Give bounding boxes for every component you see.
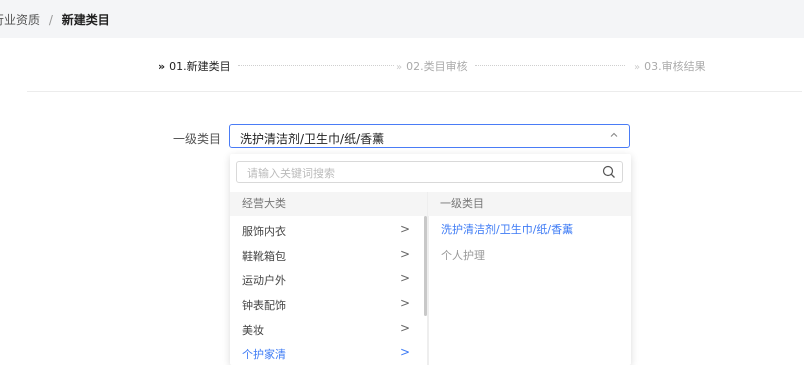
step-connector-2: [475, 65, 625, 66]
step-3-arrow-icon: »: [634, 62, 641, 73]
dropdown-search: [236, 161, 623, 183]
list-item-label: 钟表配饰: [242, 299, 286, 312]
primary-category-list: 洗护清洁剂/卫生巾/纸/香薰 个人护理: [428, 216, 631, 365]
breadcrumb-parent[interactable]: 行业资质: [0, 13, 40, 27]
step-connector-1: [238, 65, 394, 66]
category-item-sports[interactable]: 运动户外 >: [230, 267, 420, 292]
chevron-right-icon: >: [399, 345, 410, 359]
chevron-right-icon: >: [399, 222, 410, 236]
step-2-arrow-icon: »: [396, 62, 403, 73]
list-item-label: 个护家清: [242, 348, 286, 361]
step-progress: » 01.新建类目 » 02.类目审核 » 03.审核结果: [0, 52, 804, 76]
chevron-right-icon: >: [399, 271, 410, 285]
category-item-watches[interactable]: 钟表配饰 >: [230, 292, 420, 317]
right-column-header: 一级类目: [428, 192, 631, 216]
list-item-label: 美妆: [242, 324, 264, 337]
category-item-beauty[interactable]: 美妆 >: [230, 317, 420, 342]
category-dropdown: 经营大类 一级类目 服饰内衣 > 鞋靴箱包 > 运动户外 > 钟表配饰 > 美妆…: [230, 154, 631, 365]
list-item-label: 鞋靴箱包: [242, 250, 286, 263]
chevron-right-icon: >: [399, 321, 410, 335]
breadcrumb-separator: /: [48, 13, 53, 27]
step-2-label: 02.类目审核: [406, 60, 468, 73]
chevron-right-icon: >: [399, 247, 410, 261]
left-column-header: 经营大类: [230, 192, 427, 216]
list-item-label: 服饰内衣: [242, 225, 286, 238]
category-select-value: 洗护清洁剂/卫生巾/纸/香薰: [240, 132, 385, 146]
step-1-label: 01.新建类目: [169, 60, 231, 73]
step-1: » 01.新建类目: [158, 58, 231, 74]
list-item-label: 运动户外: [242, 274, 286, 287]
primary-item-cleaning[interactable]: 洗护清洁剂/卫生巾/纸/香薰: [441, 221, 573, 237]
category-label: 一级类目: [173, 132, 222, 146]
primary-item-personal[interactable]: 个人护理: [441, 247, 485, 263]
category-item-shoes-bags[interactable]: 鞋靴箱包 >: [230, 243, 420, 268]
breadcrumb: 行业资质 / 新建类目: [0, 11, 110, 28]
search-icon[interactable]: [602, 165, 616, 179]
category-item-apparel[interactable]: 服饰内衣 >: [230, 218, 420, 243]
step-2: » 02.类目审核: [396, 58, 468, 74]
list-scrollbar[interactable]: [424, 216, 427, 316]
chevron-right-icon: >: [399, 296, 410, 310]
breadcrumb-current: 新建类目: [61, 13, 110, 27]
chevron-up-icon: [609, 130, 619, 143]
step-3: » 03.审核结果: [634, 58, 706, 74]
search-input[interactable]: [245, 164, 589, 182]
top-bar: 行业资质 / 新建类目: [0, 0, 804, 38]
category-item-personal-care[interactable]: 个护家清 >: [230, 341, 420, 365]
step-1-arrow-icon: »: [158, 60, 166, 73]
business-category-list: 服饰内衣 > 鞋靴箱包 > 运动户外 > 钟表配饰 > 美妆 > 个护家清 >: [230, 216, 427, 365]
section-divider: [27, 91, 802, 92]
category-select[interactable]: 洗护清洁剂/卫生巾/纸/香薰: [229, 124, 630, 148]
step-3-label: 03.审核结果: [644, 60, 706, 73]
